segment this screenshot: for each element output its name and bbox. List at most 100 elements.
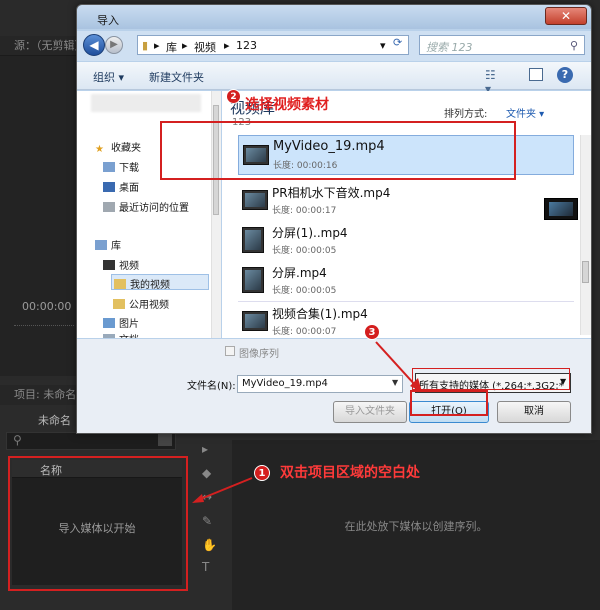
breadcrumb-123[interactable]: 123 [236, 39, 257, 52]
breadcrumb-separator-icon: ▸ [182, 39, 188, 52]
file-item[interactable]: 分屏(1)..mp4 长度: 00:00:05 [238, 221, 574, 261]
new-bin-icon[interactable] [158, 434, 172, 446]
track-select-tool-icon[interactable]: ▸ [202, 442, 218, 456]
type-tool-icon[interactable]: T [202, 560, 218, 574]
file-name: 视频合集(1).mp4 [272, 307, 368, 321]
video-thumbnail-icon [242, 190, 268, 210]
file-duration: 长度: 00:00:05 [272, 286, 337, 296]
address-dropdown-icon[interactable]: ▾ [380, 39, 386, 52]
timeline-drop-hint: 在此处放下媒体以创建序列。 [344, 520, 488, 533]
preview-pane-icon[interactable] [529, 68, 543, 81]
file-duration: 长度: 00:00:17 [272, 206, 337, 216]
breadcrumb-separator-icon: ▸ [224, 39, 230, 52]
file-item[interactable]: 分屏.mp4 长度: 00:00:05 [238, 261, 574, 301]
view-options-icon[interactable]: ☷ ▾ [485, 68, 501, 96]
file-list-scrollbar[interactable] [580, 135, 591, 335]
desktop-icon [103, 182, 115, 192]
sort-dropdown[interactable]: 文件夹 ▾ [506, 105, 544, 120]
library-icon [95, 240, 107, 250]
nav-libraries[interactable]: 库 [95, 237, 121, 252]
folder-icon [113, 299, 125, 309]
address-bar[interactable]: ▮ ▸ 库 ▸ 视频 ▸ 123 ▾ [137, 35, 409, 55]
nav-pictures[interactable]: 图片 [103, 315, 139, 330]
video-library-icon [103, 260, 115, 270]
highlight-project-area [8, 456, 188, 591]
filename-label: 文件名(N): [187, 381, 236, 392]
organize-button[interactable]: 组织 ▾ [93, 69, 124, 85]
nav-label: 收藏夹 [111, 143, 141, 154]
annotation-step-2-text: 选择视频素材 [245, 97, 329, 113]
image-sequence-label: 图像序列 [239, 349, 279, 360]
breadcrumb-library[interactable]: 库 [166, 39, 177, 55]
nav-my-videos[interactable]: 我的视频 [111, 274, 209, 291]
file-name: 分屏.mp4 [272, 266, 327, 280]
documents-icon [103, 334, 115, 338]
back-arrow-icon[interactable]: ◀ [83, 34, 105, 56]
file-name: 分屏(1)..mp4 [272, 226, 348, 240]
annotation-arrow-1 [192, 477, 253, 503]
nav-label: 图片 [119, 319, 139, 330]
project-search-input[interactable]: ⚲ [6, 432, 176, 450]
nav-videos[interactable]: 视频 [103, 257, 139, 272]
download-folder-icon [103, 162, 115, 172]
hand-tool-icon[interactable]: ✋ [202, 538, 218, 552]
annotation-step-3-badge: 3 [364, 324, 380, 340]
source-ruler [14, 325, 74, 333]
image-sequence-checkbox[interactable] [225, 346, 235, 356]
highlight-file-type [412, 368, 570, 390]
nav-label: 文档 [119, 335, 139, 338]
close-button[interactable]: ✕ [545, 7, 587, 25]
file-list-scrollbar-thumb[interactable] [582, 261, 589, 283]
nav-public-videos[interactable]: 公用视频 [113, 296, 169, 311]
nav-downloads[interactable]: 下载 [103, 159, 139, 174]
project-name: 未命名 [38, 414, 71, 427]
cancel-button[interactable]: 取消 [497, 401, 571, 423]
video-thumbnail-icon [242, 227, 264, 253]
nav-label: 我的视频 [130, 280, 170, 291]
nav-label: 最近访问的位置 [119, 203, 189, 214]
annotation-step-2-badge: 2 [226, 89, 241, 104]
refresh-icon[interactable]: ⟳ [393, 36, 407, 50]
file-name: PR相机水下音效.mp4 [272, 186, 391, 200]
dialog-titlebar[interactable] [77, 5, 591, 29]
star-icon: ★ [95, 144, 104, 155]
highlight-open-button [410, 390, 488, 416]
nav-label: 库 [111, 241, 121, 252]
nav-favorites[interactable]: ★ 收藏夹 [95, 139, 141, 155]
project-tab[interactable]: 项目: 未命名 [0, 385, 80, 405]
nav-label: 公用视频 [129, 300, 169, 311]
file-item[interactable]: PR相机水下音效.mp4 长度: 00:00:17 [238, 181, 574, 221]
folder-search-input[interactable]: 搜索 123 ⚲ [419, 35, 585, 55]
video-thumbnail-icon [242, 267, 264, 293]
nav-recent[interactable]: 最近访问的位置 [103, 199, 189, 214]
filename-value: MyVideo_19.mp4 [242, 378, 328, 389]
help-icon[interactable]: ? [557, 67, 573, 83]
file-duration: 长度: 00:00:07 [272, 327, 337, 337]
nav-desktop[interactable]: 桌面 [103, 179, 139, 194]
breadcrumb-videos[interactable]: 视频 [194, 39, 216, 55]
sort-label: 排列方式: [444, 109, 488, 120]
file-item[interactable]: 视频合集(1).mp4 长度: 00:00:07 [238, 301, 574, 341]
pen-tool-icon[interactable]: ✎ [202, 514, 218, 528]
video-thumbnail-icon [242, 311, 268, 331]
blurred-item [91, 94, 201, 112]
folder-icon: ▮ [142, 39, 149, 52]
dialog-title: 导入 [97, 14, 119, 27]
source-monitor-tab[interactable]: 源：（无剪辑） [0, 36, 86, 56]
navigation-bar: ◀ ▶ ▮ ▸ 库 ▸ 视频 ▸ 123 ▾ ⟳ 搜索 123 ⚲ [77, 31, 591, 61]
import-folder-button[interactable]: 导入文件夹 [333, 401, 407, 423]
nav-label: 视频 [119, 261, 139, 272]
tools-panel: ▸ ◆ ↔ ✎ ✋ T [196, 440, 224, 580]
recent-places-icon [103, 202, 115, 212]
folder-icon [114, 279, 126, 289]
nav-label: 下载 [119, 163, 139, 174]
search-icon: ⚲ [13, 433, 22, 447]
forward-arrow-icon[interactable]: ▶ [105, 36, 123, 54]
new-folder-button[interactable]: 新建文件夹 [149, 69, 204, 85]
pictures-icon [103, 318, 115, 328]
nav-documents[interactable]: 文档 [103, 331, 139, 338]
search-placeholder: 搜索 123 [426, 41, 473, 54]
source-timecode: 00:00:00 [22, 300, 72, 313]
nav-label: 桌面 [119, 183, 139, 194]
search-icon: ⚲ [570, 39, 579, 52]
